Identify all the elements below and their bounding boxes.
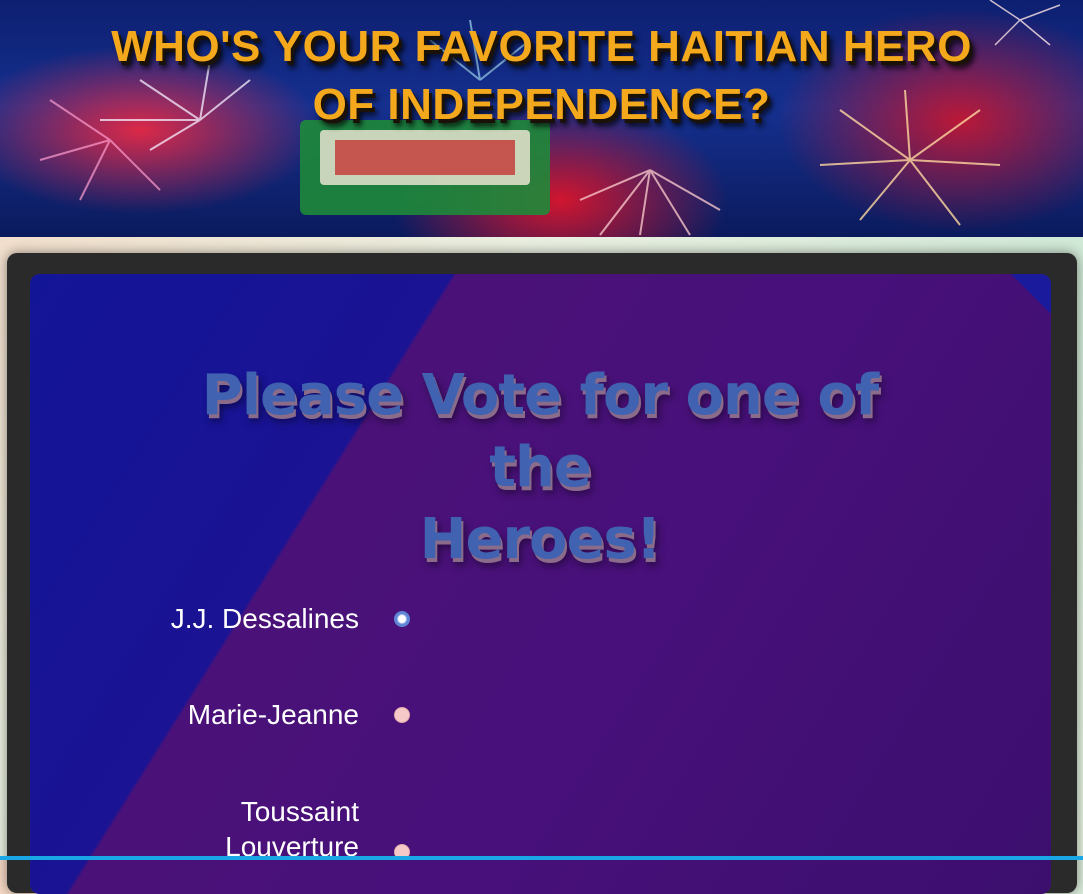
radio-dessalines[interactable]	[394, 610, 410, 627]
option-toussaint-louverture[interactable]: Toussaint Louverture	[150, 794, 410, 864]
option-label: Toussaint Louverture	[225, 796, 359, 862]
header-banner: WHO'S YOUR FAVORITE HAITIAN HERO OF INDE…	[0, 0, 1083, 237]
option-marie-jeanne[interactable]: Marie-Jeanne	[150, 697, 410, 732]
page-title: WHO'S YOUR FAVORITE HAITIAN HERO OF INDE…	[0, 18, 1083, 134]
radio-marie-jeanne[interactable]	[394, 706, 410, 723]
page-title-line-2: OF INDEPENDENCE?	[312, 80, 771, 129]
poll-heading-line-2: Heroes!	[419, 507, 662, 572]
bottom-scroll-indicator	[0, 856, 1083, 860]
poll-heading-line-1: Please Vote for one of the	[201, 363, 879, 500]
poll-panel: Please Vote for one of the Heroes! J.J. …	[30, 274, 1051, 894]
option-label: J.J. Dessalines	[170, 603, 359, 634]
option-label: Marie-Jeanne	[187, 699, 359, 730]
option-dessalines[interactable]: J.J. Dessalines	[150, 601, 410, 636]
poll-heading: Please Vote for one of the Heroes!	[180, 360, 900, 576]
page-title-line-1: WHO'S YOUR FAVORITE HAITIAN HERO	[111, 22, 972, 71]
